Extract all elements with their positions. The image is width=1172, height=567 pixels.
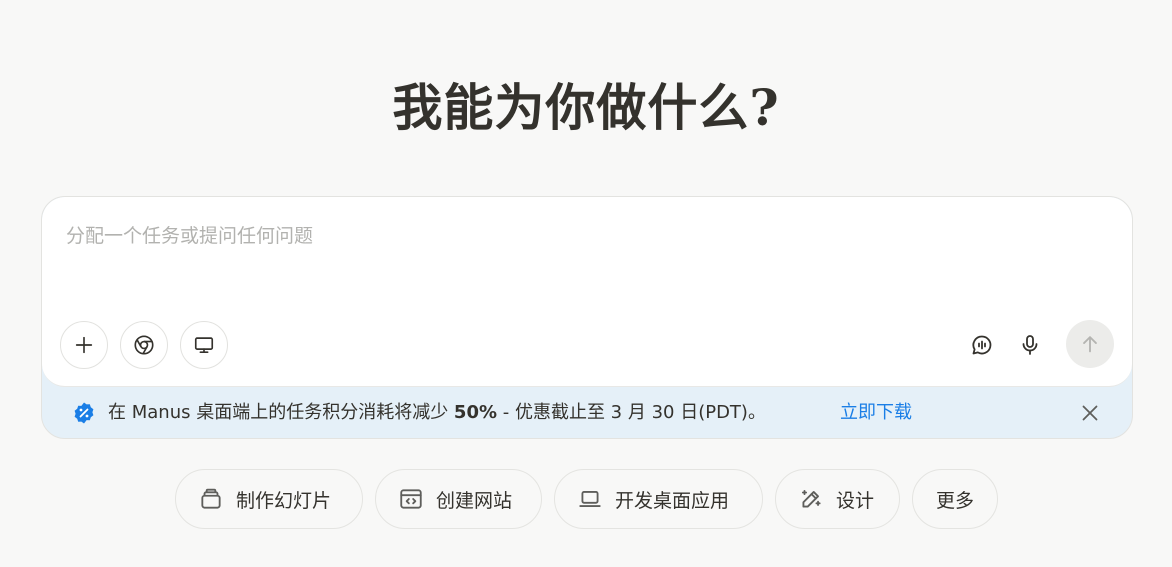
promo-discount: 50% (453, 402, 498, 423)
download-link[interactable]: 立即下载 (840, 401, 912, 425)
computer-button[interactable] (180, 321, 228, 369)
chrome-icon (134, 335, 154, 355)
laptop-icon (579, 491, 601, 507)
discount-badge-icon (74, 402, 94, 424)
quick-action-website[interactable]: 创建网站 (375, 469, 542, 529)
composer (42, 197, 1132, 387)
browser-button[interactable] (120, 321, 168, 369)
quick-action-label: 开发桌面应用 (615, 489, 730, 512)
promo-text-after: - 优惠截止至 3 月 30 日(PDT)。 (497, 402, 766, 423)
quick-action-desktop-app[interactable]: 开发桌面应用 (554, 469, 763, 529)
quick-action-label: 制作幻灯片 (236, 489, 332, 512)
promo-banner: 在 Manus 桌面端上的任务积分消耗将减少 50% - 优惠截止至 3 月 3… (42, 387, 1132, 438)
home-page: 我能为你做什么? 分配一个任务或提问任何问题 在 Manus 桌面端上的任务积分… (0, 0, 1172, 567)
quick-action-design[interactable]: 设计 (775, 469, 900, 529)
quick-action-slides[interactable]: 制作幻灯片 (175, 469, 363, 529)
send-button[interactable] (1066, 320, 1114, 368)
page-title: 我能为你做什么? (392, 78, 780, 137)
magic-pen-icon (801, 489, 821, 508)
task-input[interactable] (66, 221, 1106, 251)
composer-card: 在 Manus 桌面端上的任务积分消耗将减少 50% - 优惠截止至 3 月 3… (41, 196, 1133, 439)
quick-action-label: 创建网站 (436, 489, 513, 512)
arrow-up-icon (1083, 336, 1097, 353)
plus-icon (75, 336, 93, 354)
quick-action-label: 设计 (836, 489, 875, 512)
voice-chat-icon (972, 335, 992, 355)
microphone-button[interactable] (1010, 325, 1050, 365)
quick-action-more[interactable]: 更多 (912, 469, 998, 529)
promo-text: 在 Manus 桌面端上的任务积分消耗将减少 50% - 优惠截止至 3 月 3… (108, 401, 766, 425)
code-window-icon (400, 489, 422, 509)
monitor-icon (194, 337, 214, 353)
close-icon[interactable] (1078, 401, 1102, 425)
microphone-icon (1022, 335, 1038, 355)
add-button[interactable] (60, 321, 108, 369)
promo-text-before: 在 Manus 桌面端上的任务积分消耗将减少 (108, 402, 454, 423)
voice-chat-button[interactable] (962, 325, 1002, 365)
slides-icon (201, 488, 221, 509)
quick-action-label: 更多 (935, 489, 974, 512)
